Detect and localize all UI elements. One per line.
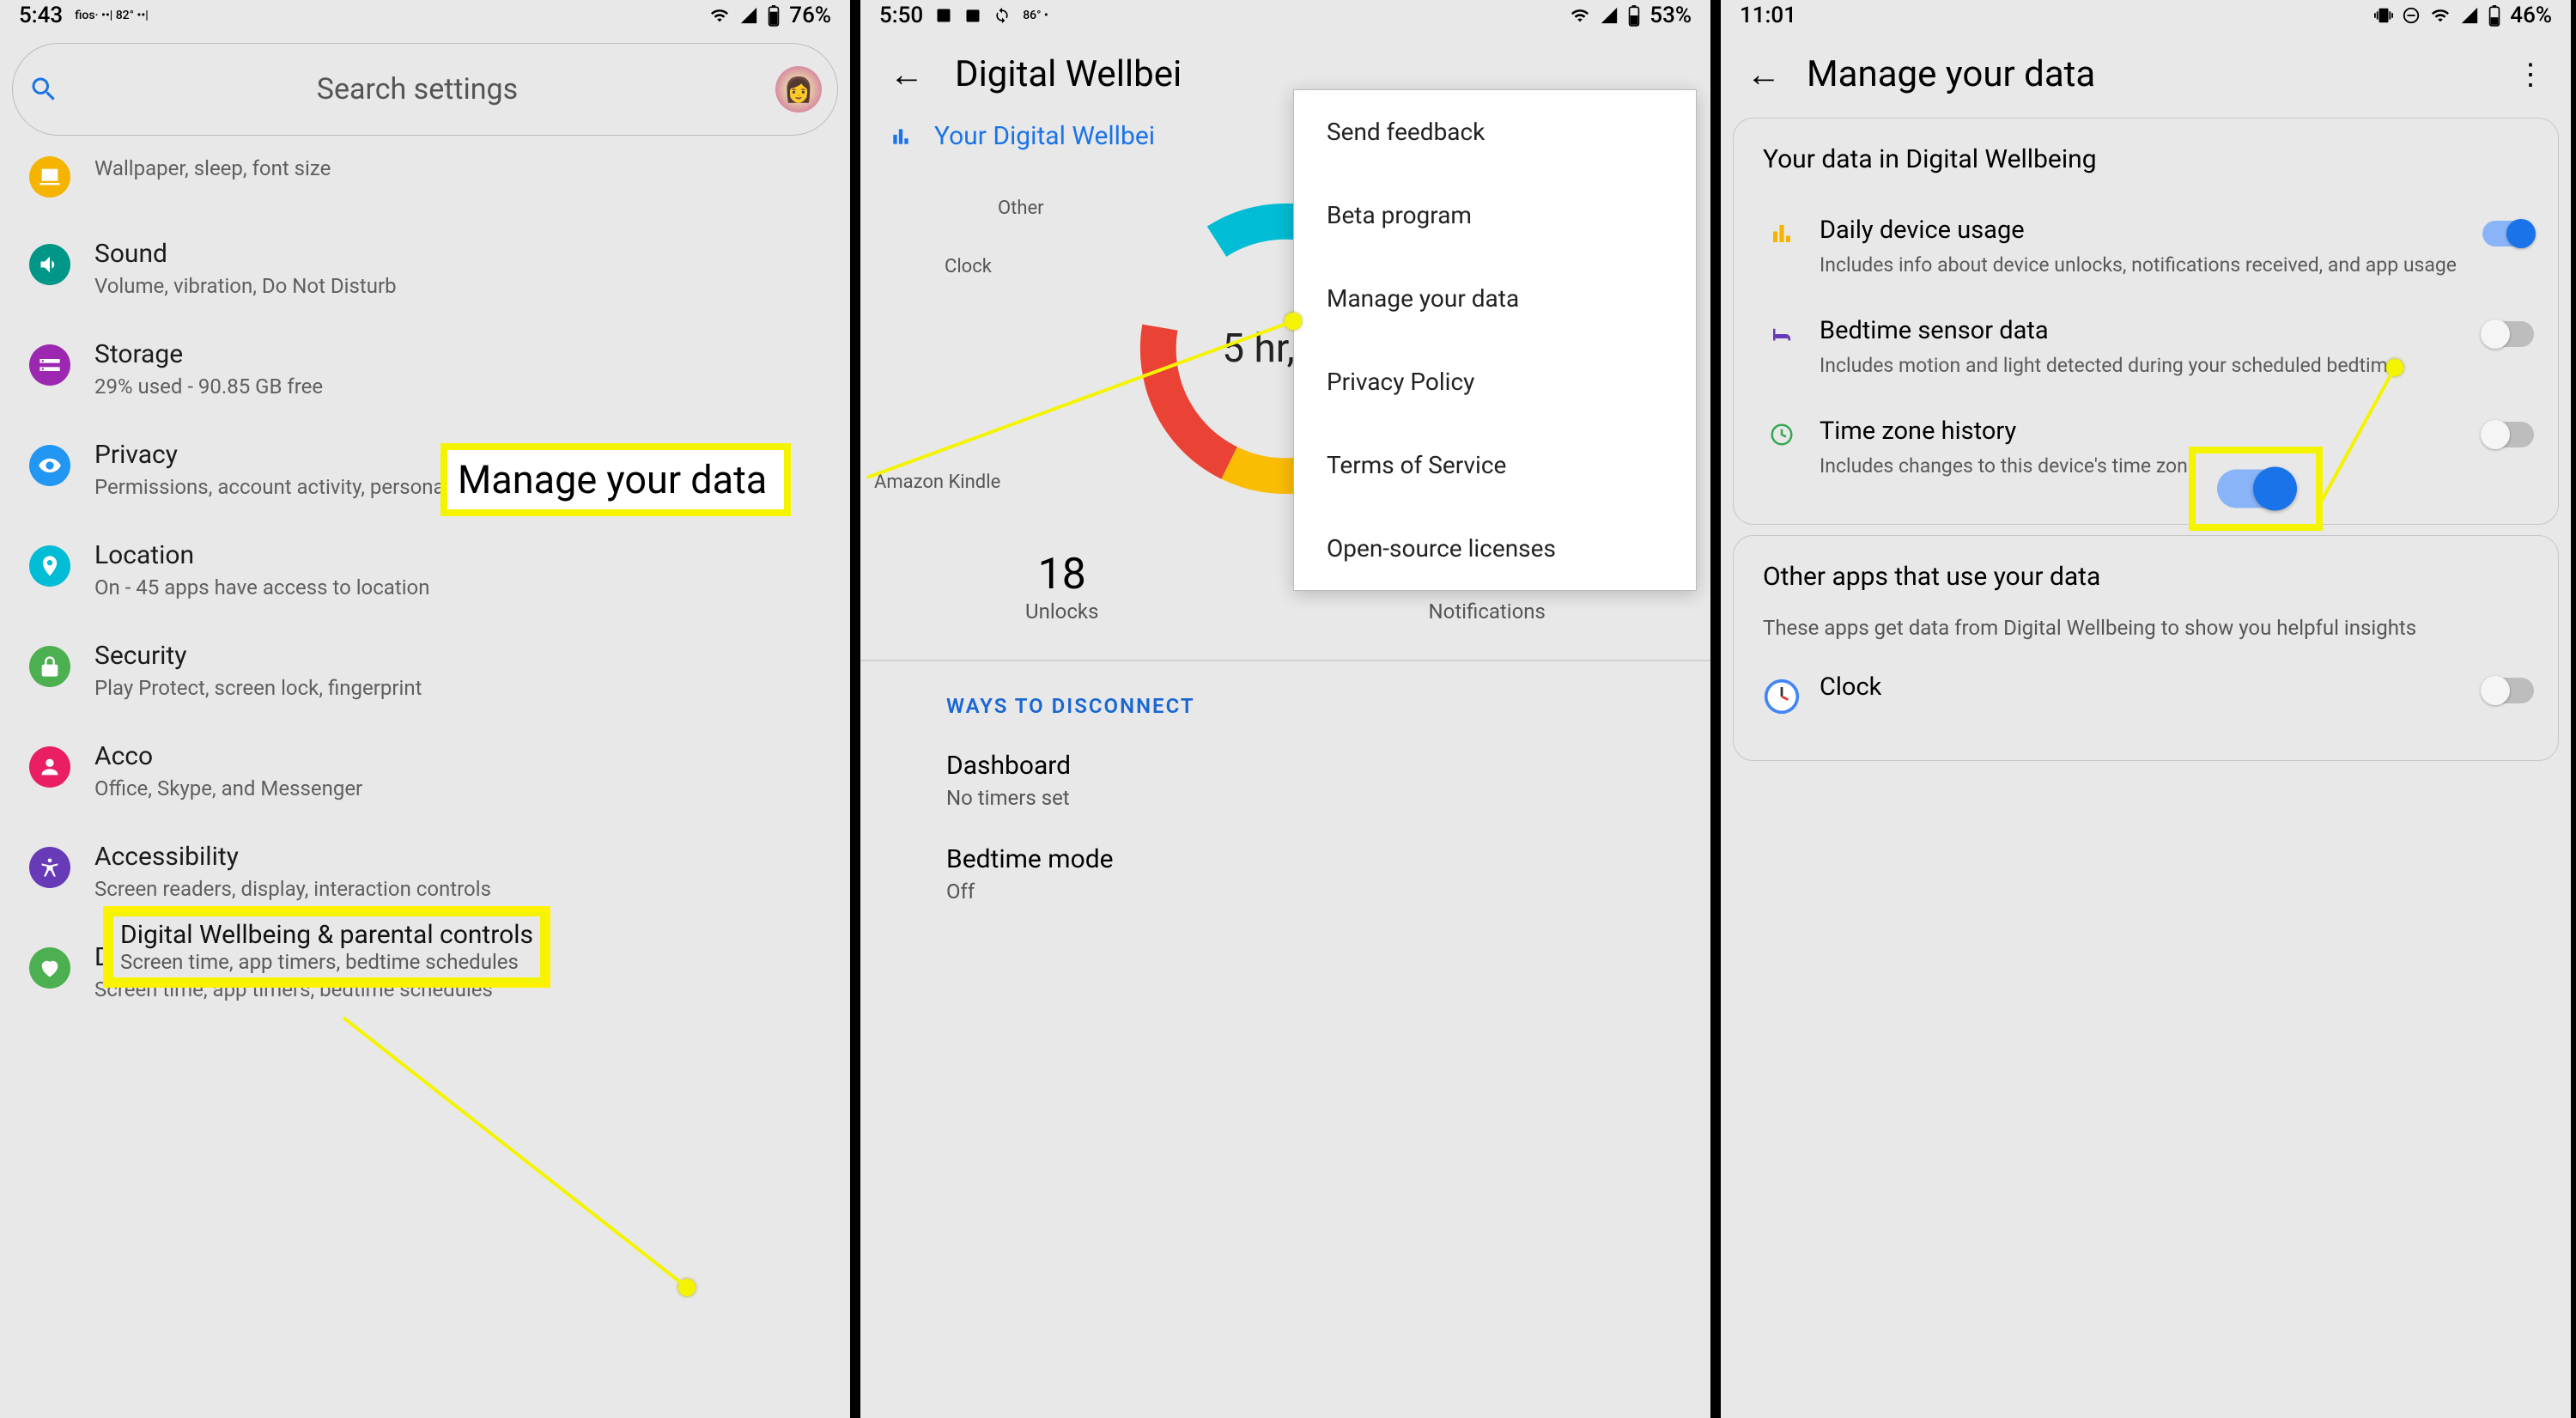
status-bar: 11:01 46% (1721, 0, 2571, 31)
search-icon (28, 74, 59, 105)
status-bar: 5:50 86° • 53% (860, 0, 1710, 31)
row-subtitle: Wallpaper, sleep, font size (94, 156, 331, 180)
menu-item[interactable]: Privacy Policy (1294, 340, 1696, 423)
avatar[interactable]: 👩 (775, 66, 822, 113)
row-subtitle: Permissions, account activity, personal … (94, 475, 495, 499)
toggle[interactable] (2482, 221, 2534, 246)
settings-row[interactable]: Wallpaper, sleep, font size (0, 141, 850, 218)
bed-icon (1769, 321, 1795, 347)
eye-icon (29, 445, 70, 486)
menu-item[interactable]: Open-source licenses (1294, 507, 1696, 590)
lock-icon (29, 646, 70, 687)
calendar-icon (964, 7, 981, 24)
settings-row[interactable]: Location On - 45 apps have access to loca… (0, 520, 850, 620)
row-title: Privacy (94, 440, 495, 470)
row-subtitle: 29% used - 90.85 GB free (94, 374, 323, 399)
row-subtitle: Screen readers, display, interaction con… (94, 877, 491, 901)
row-title: Storage (94, 339, 323, 369)
wifi-icon (2429, 6, 2451, 25)
row-title: Security (94, 641, 422, 671)
other-apps-card: Other apps that use your data These apps… (1733, 535, 2559, 761)
clock-app-icon (1763, 678, 1801, 715)
status-extras: 86° • (1023, 9, 1048, 22)
row-subtitle: Play Protect, screen lock, fingerprint (94, 676, 422, 700)
status-time: 11:01 (1740, 3, 1796, 28)
menu-item[interactable]: Send feedback (1294, 90, 1696, 173)
battery-pct: 46% (2510, 3, 2552, 28)
row-title: Location (94, 540, 430, 570)
settings-row[interactable]: Security Play Protect, screen lock, finge… (0, 620, 850, 721)
menu-item[interactable]: Terms of Service (1294, 423, 1696, 507)
callout-toggle (2189, 447, 2323, 531)
settings-row[interactable]: Acco Office, Skype, and Messenger (0, 721, 850, 821)
battery-icon (2488, 4, 2501, 27)
page-title: Manage your data (1807, 53, 2490, 95)
sound-icon (29, 244, 70, 285)
signal-icon (739, 6, 758, 25)
bars-icon (1769, 221, 1795, 246)
vibrate-icon (2374, 6, 2393, 25)
toggle[interactable] (2482, 321, 2534, 347)
row-title: Accessibility (94, 842, 491, 872)
battery-pct: 76% (789, 3, 831, 28)
row-subtitle: Volume, vibration, Do Not Disturb (94, 274, 397, 298)
dnd-icon (2402, 6, 2421, 25)
signal-icon (1600, 6, 1619, 25)
callout-digital-wellbeing: Digital Wellbeing & parental controls Sc… (108, 911, 545, 983)
settings-row[interactable]: Sound Volume, vibration, Do Not Disturb (0, 218, 850, 319)
wifi-icon (708, 6, 731, 25)
pin-icon (29, 545, 70, 587)
more-button[interactable]: ⋮ (2516, 58, 2545, 92)
unlocks-metric[interactable]: 18 Unlocks (1025, 550, 1098, 624)
search-placeholder: Search settings (76, 72, 758, 107)
toggle[interactable] (2482, 422, 2534, 447)
row-subtitle: Office, Skype, and Messenger (94, 776, 362, 800)
storage-icon (29, 344, 70, 386)
settings-row[interactable]: Accessibility Screen readers, display, in… (0, 821, 850, 922)
callout-manage-data: Manage your data (440, 443, 791, 516)
other-app-row[interactable]: Clock (1763, 643, 2534, 734)
display-icon (29, 156, 70, 198)
wifi-icon (1569, 6, 1591, 25)
data-toggle-row[interactable]: Bedtime sensor dataIncludes motion and l… (1763, 297, 2534, 398)
battery-pct: 53% (1649, 3, 1692, 28)
row-title: Acco (94, 741, 362, 771)
menu-item[interactable]: Beta program (1294, 173, 1696, 257)
bedtime-row[interactable]: Bedtime mode Off (860, 836, 1710, 929)
settings-screen: 5:43 fios· ••| 82° ••| 76% Search settin… (0, 0, 855, 1418)
search-bar[interactable]: Search settings 👩 (12, 43, 838, 136)
status-extras: fios· ••| 82° ••| (75, 9, 149, 22)
photo-icon (935, 7, 952, 24)
a11y-icon (29, 847, 70, 888)
your-data-card: Your data in Digital Wellbeing Daily dev… (1733, 118, 2559, 525)
data-toggle-row[interactable]: Daily device usageIncludes info about de… (1763, 197, 2534, 297)
user-icon (29, 746, 70, 788)
page-title: Digital Wellbei (955, 53, 1182, 95)
digital-wellbeing-screen: 5:50 86° • 53% ← Digital Wellbei Your Di… (855, 0, 1716, 1418)
clock-icon (1769, 422, 1795, 447)
row-subtitle: On - 45 apps have access to location (94, 575, 430, 599)
status-time: 5:43 (19, 3, 63, 28)
status-bar: 5:43 fios· ••| 82° ••| 76% (0, 0, 850, 31)
section-header: WAYS TO DISCONNECT (860, 661, 1710, 742)
settings-row[interactable]: Storage 29% used - 90.85 GB free (0, 319, 850, 419)
battery-icon (767, 4, 781, 27)
menu-item[interactable]: Manage your data (1294, 257, 1696, 340)
toggle[interactable] (2482, 678, 2534, 703)
dashboard-row[interactable]: Dashboard No timers set (860, 742, 1710, 836)
back-button[interactable]: ← (890, 54, 924, 94)
status-time: 5:50 (879, 3, 923, 28)
bars-icon (890, 125, 912, 148)
signal-icon (2460, 6, 2479, 25)
manage-data-screen: 11:01 46% ← Manage your data ⋮ Your data… (1716, 0, 2576, 1418)
data-toggle-row[interactable]: Time zone historyIncludes changes to thi… (1763, 398, 2534, 498)
overflow-menu: Send feedbackBeta programManage your dat… (1293, 89, 1697, 591)
battery-icon (1627, 4, 1641, 27)
back-button[interactable]: ← (1747, 54, 1781, 94)
row-title: Sound (94, 239, 397, 269)
tools-link[interactable]: Your Digital Wellbei (934, 121, 1155, 151)
sync-icon (993, 7, 1011, 24)
heart-icon (29, 947, 70, 989)
